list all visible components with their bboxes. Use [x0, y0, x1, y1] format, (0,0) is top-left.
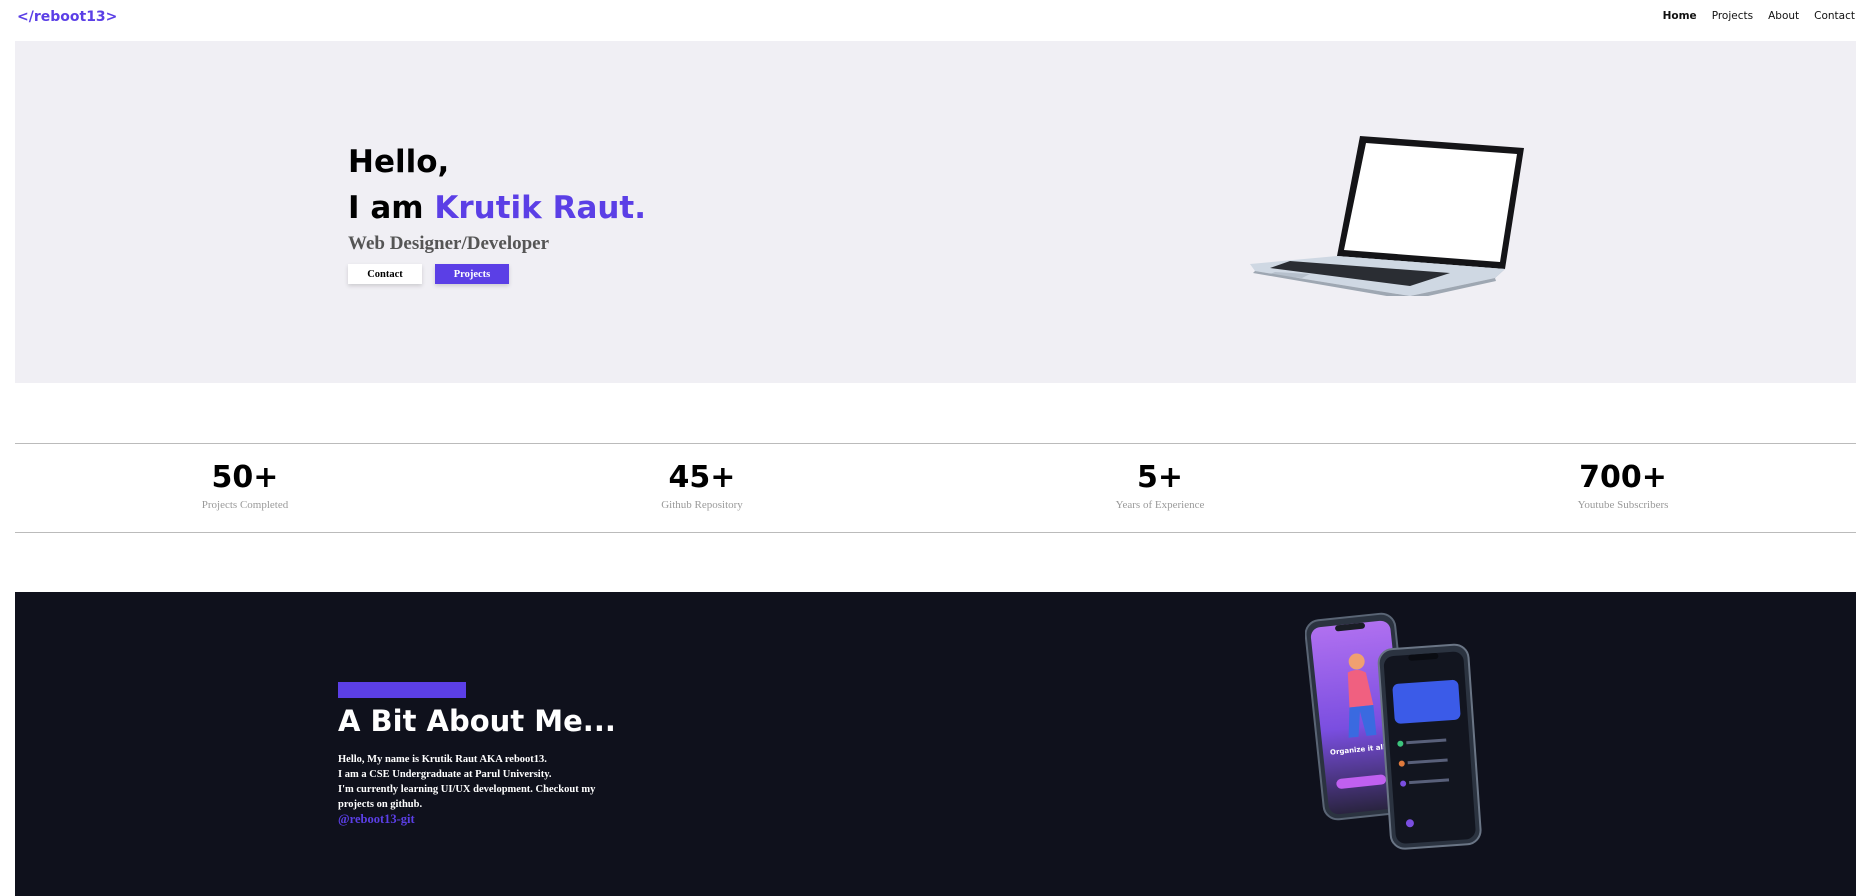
- nav-links: Home Projects About Contact: [1663, 10, 1855, 22]
- hero-role: Web Designer/Developer: [348, 233, 550, 254]
- hero-section: Hello, I am Krutik Raut. Web Designer/De…: [15, 41, 1856, 383]
- about-section: A Bit About Me... Hello, My name is Krut…: [15, 592, 1856, 896]
- stat-github: 45+ Github Repository: [602, 460, 802, 512]
- about-title: A Bit About Me...: [338, 704, 616, 738]
- laptop-illustration: [1250, 136, 1524, 296]
- nav-link-home[interactable]: Home: [1663, 10, 1697, 22]
- contact-button[interactable]: Contact: [348, 264, 422, 284]
- phones-illustration: Organize it all with Estero: [1305, 612, 1482, 850]
- stat-value: 700+: [1579, 460, 1667, 495]
- nav-link-contact[interactable]: Contact: [1814, 10, 1855, 22]
- hero-greeting: Hello,: [348, 144, 450, 180]
- stat-experience: 5+ Years of Experience: [1060, 460, 1260, 512]
- stat-value: 50+: [211, 460, 279, 495]
- hero-name: Krutik Raut.: [434, 190, 647, 226]
- about-line: I am a CSE Undergraduate at Parul Univer…: [338, 769, 552, 780]
- site-logo[interactable]: </reboot13>: [17, 9, 117, 25]
- about-line: Hello, My name is Krutik Raut AKA reboot…: [338, 754, 547, 765]
- about-line: I'm currently learning UI/UX development…: [338, 784, 596, 810]
- hero-intro-prefix: I am: [348, 190, 435, 226]
- projects-button[interactable]: Projects: [435, 264, 509, 284]
- accent-bar: [338, 682, 466, 698]
- about-body: Hello, My name is Krutik Raut AKA reboot…: [338, 752, 598, 812]
- nav-link-projects[interactable]: Projects: [1712, 10, 1753, 22]
- github-link[interactable]: @reboot13-git: [338, 812, 415, 827]
- stats-section: 50+ Projects Completed 45+ Github Reposi…: [15, 443, 1856, 533]
- stat-label: Projects Completed: [201, 499, 289, 511]
- stat-value: 45+: [668, 460, 736, 495]
- nav-link-about[interactable]: About: [1768, 10, 1799, 22]
- stat-label: Years of Experience: [1115, 499, 1205, 511]
- hero-intro: I am Krutik Raut.: [348, 185, 646, 231]
- stat-label: Youtube Subscribers: [1577, 499, 1669, 511]
- hero-text: Hello, I am Krutik Raut. Web Designer/De…: [348, 139, 646, 284]
- hero-buttons: Contact Projects: [348, 264, 646, 284]
- stat-label: Github Repository: [661, 499, 743, 511]
- stat-value: 5+: [1136, 460, 1183, 495]
- navbar: </reboot13> Home Projects About Contact: [0, 0, 1865, 34]
- stat-projects: 50+ Projects Completed: [145, 460, 345, 512]
- stat-youtube: 700+ Youtube Subscribers: [1523, 460, 1723, 512]
